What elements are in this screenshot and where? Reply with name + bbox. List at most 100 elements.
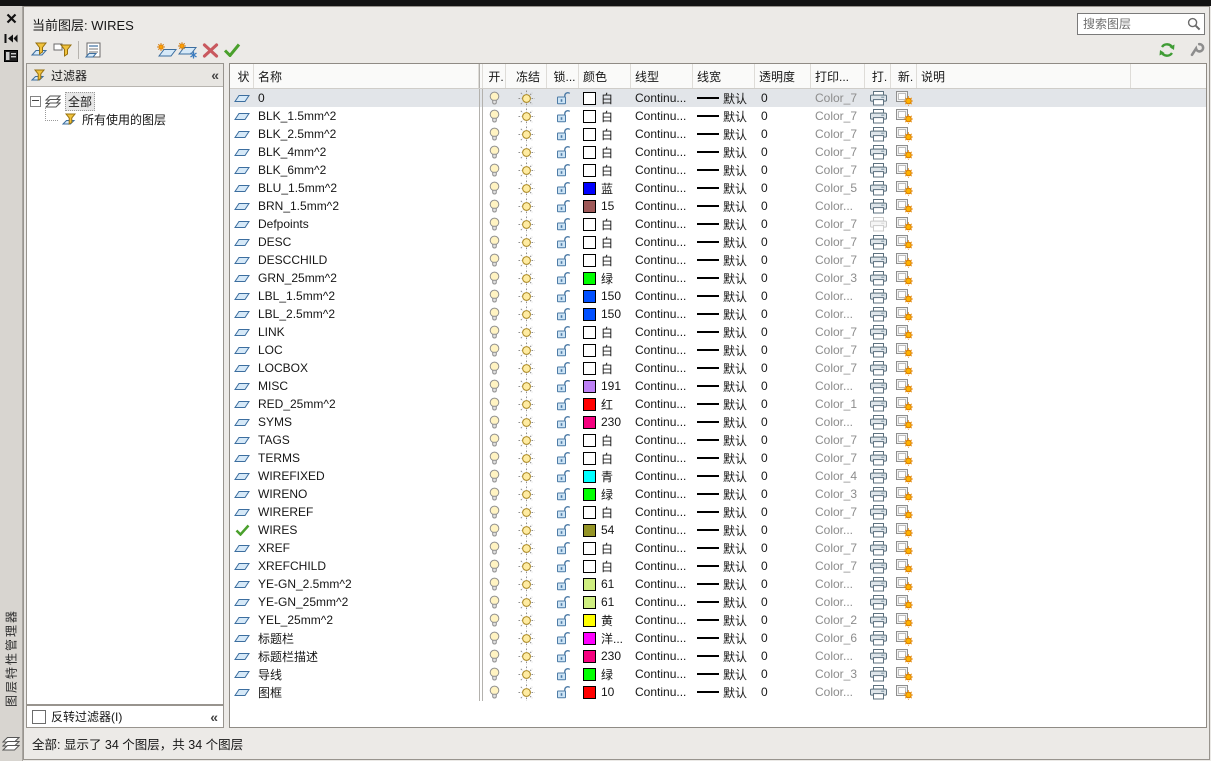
table-row[interactable]: LOC [230,341,1206,359]
lock-toggle[interactable] [547,235,579,250]
linetype-cell[interactable]: Continu... [631,145,693,159]
status-cell[interactable] [230,380,254,392]
layer-name[interactable]: DESC [254,235,479,249]
freeze-toggle[interactable] [506,126,547,143]
header-plot[interactable]: 打. [865,64,891,88]
status-cell[interactable] [230,668,254,680]
color-swatch[interactable] [583,362,596,375]
plot-style-cell[interactable]: Color... [811,199,865,213]
on-toggle[interactable] [483,559,506,574]
lock-toggle[interactable] [547,163,579,178]
plot-toggle[interactable] [865,271,891,286]
freeze-toggle[interactable] [506,414,547,431]
color-swatch[interactable] [583,524,596,537]
plot-style-cell[interactable]: Color_7 [811,235,865,249]
layer-name[interactable]: MISC [254,379,479,393]
color-cell[interactable]: 白 [579,108,631,125]
table-row[interactable]: TERMS [230,449,1206,467]
new-property-filter-icon[interactable] [30,39,52,61]
plot-style-cell[interactable]: Color_6 [811,631,865,645]
header-new-vp-freeze[interactable]: 新. [891,64,917,88]
freeze-toggle[interactable] [506,594,547,611]
layer-name[interactable]: YE-GN_2.5mm^2 [254,577,479,591]
on-toggle[interactable] [483,235,506,250]
lineweight-cell[interactable]: 默认 [693,90,755,107]
new-vp-freeze-toggle[interactable] [891,396,917,412]
transparency-cell[interactable]: 0 [755,541,811,555]
lock-toggle[interactable] [547,127,579,142]
plot-style-cell[interactable]: Color_5 [811,181,865,195]
layer-name[interactable]: XREF [254,541,479,555]
layer-name[interactable]: 0 [254,91,479,105]
linetype-cell[interactable]: Continu... [631,505,693,519]
freeze-toggle[interactable] [506,288,547,305]
color-cell[interactable]: 白 [579,360,631,377]
status-cell[interactable] [230,362,254,374]
color-swatch[interactable] [583,254,596,267]
on-toggle[interactable] [483,361,506,376]
table-row[interactable]: DESC [230,233,1206,251]
lineweight-cell[interactable]: 默认 [693,324,755,341]
on-toggle[interactable] [483,379,506,394]
lineweight-cell[interactable]: 默认 [693,108,755,125]
plot-style-cell[interactable]: Color... [811,415,865,429]
linetype-cell[interactable]: Continu... [631,235,693,249]
new-layer-icon[interactable] [155,39,177,61]
new-vp-freeze-toggle[interactable] [891,342,917,358]
plot-style-cell[interactable]: Color_7 [811,505,865,519]
layer-name[interactable]: SYMS [254,415,479,429]
color-cell[interactable]: 绿 [579,486,631,503]
plot-toggle[interactable] [865,613,891,628]
status-cell[interactable] [230,308,254,320]
new-vp-freeze-toggle[interactable] [891,414,917,430]
status-cell[interactable] [230,254,254,266]
plot-style-cell[interactable]: Color... [811,307,865,321]
color-swatch[interactable] [583,470,596,483]
color-swatch[interactable] [583,290,596,303]
layer-name[interactable]: 标题栏描述 [254,648,479,665]
filter-tree-child[interactable]: 所有使用的图层 [45,110,220,128]
new-vp-freeze-toggle[interactable] [891,468,917,484]
color-cell[interactable]: 白 [579,252,631,269]
color-cell[interactable]: 白 [579,450,631,467]
plot-toggle[interactable] [865,253,891,268]
linetype-cell[interactable]: Continu... [631,271,693,285]
transparency-cell[interactable]: 0 [755,415,811,429]
plot-toggle[interactable] [865,91,891,106]
new-vp-freeze-toggle[interactable] [891,234,917,250]
freeze-toggle[interactable] [506,378,547,395]
lineweight-cell[interactable]: 默认 [693,576,755,593]
on-toggle[interactable] [483,631,506,646]
transparency-cell[interactable]: 0 [755,649,811,663]
plot-style-cell[interactable]: Color_7 [811,451,865,465]
plot-toggle[interactable] [865,523,891,538]
table-row[interactable]: WIRENO [230,485,1206,503]
new-vp-freeze-toggle[interactable] [891,306,917,322]
transparency-cell[interactable]: 0 [755,487,811,501]
status-cell[interactable] [230,128,254,140]
freeze-toggle[interactable] [506,468,547,485]
lock-toggle[interactable] [547,253,579,268]
plot-toggle[interactable] [865,505,891,520]
plot-toggle[interactable] [865,163,891,178]
lineweight-cell[interactable]: 默认 [693,504,755,521]
lineweight-cell[interactable]: 默认 [693,198,755,215]
plot-toggle[interactable] [865,199,891,214]
freeze-toggle[interactable] [506,432,547,449]
color-swatch[interactable] [583,596,596,609]
color-swatch[interactable] [583,668,596,681]
plot-style-cell[interactable]: Color... [811,379,865,393]
layer-name[interactable]: 标题栏 [254,630,479,647]
lineweight-cell[interactable]: 默认 [693,612,755,629]
status-cell[interactable] [230,488,254,500]
linetype-cell[interactable]: Continu... [631,253,693,267]
plot-toggle[interactable] [865,667,891,682]
layer-name[interactable]: BLK_6mm^2 [254,163,479,177]
close-icon[interactable] [3,10,19,26]
new-vp-freeze-toggle[interactable] [891,558,917,574]
lineweight-cell[interactable]: 默认 [693,126,755,143]
new-vp-freeze-toggle[interactable] [891,324,917,340]
layer-name[interactable]: TAGS [254,433,479,447]
plot-toggle[interactable] [865,217,891,232]
color-cell[interactable]: 白 [579,90,631,107]
